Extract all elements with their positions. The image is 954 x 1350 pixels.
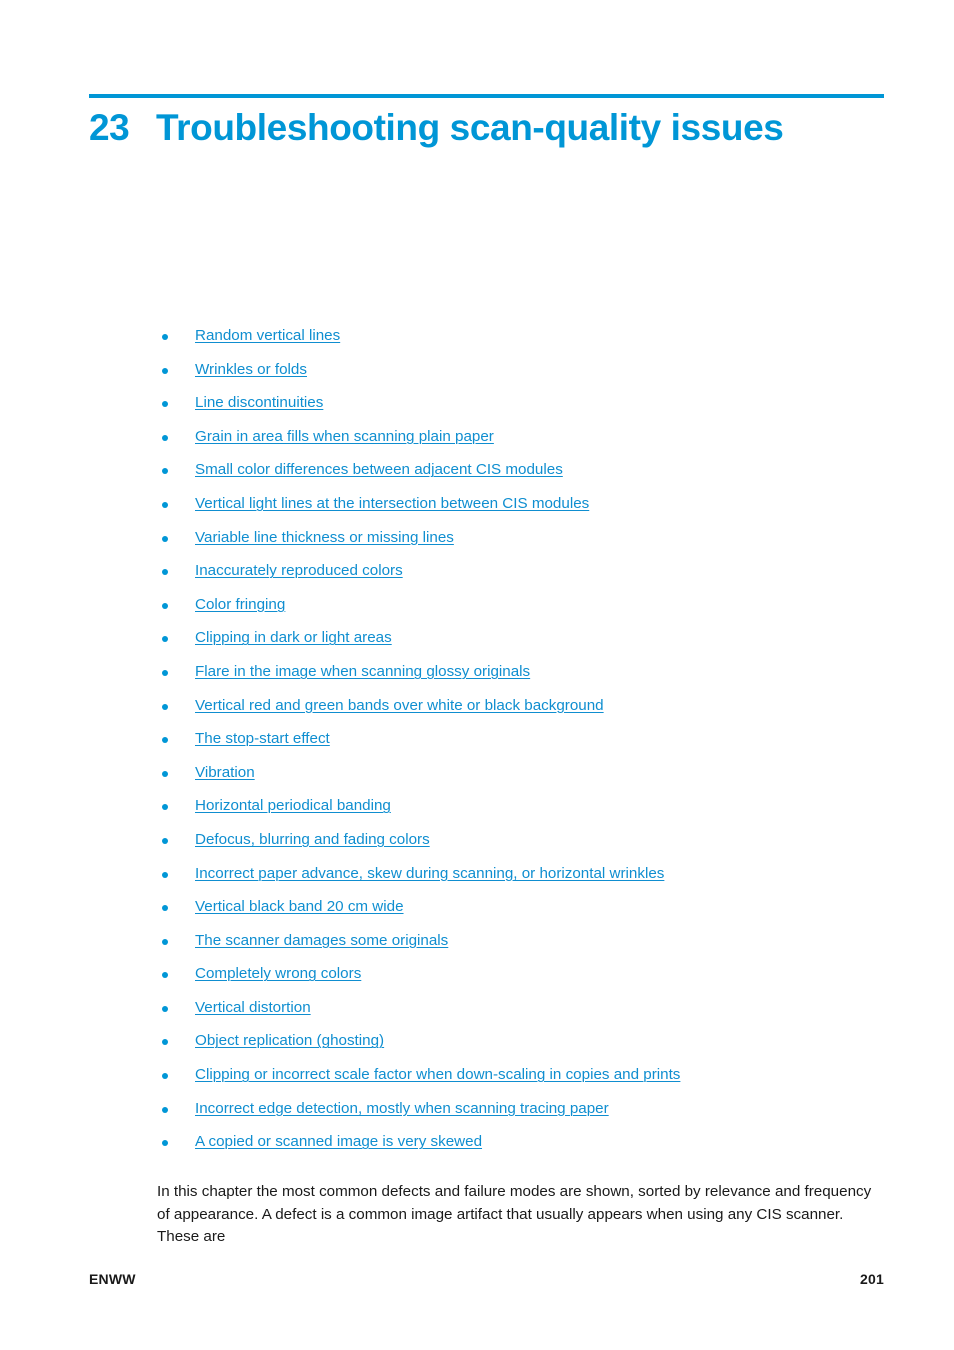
page-title: 23 Troubleshooting scan-quality issues <box>89 104 884 152</box>
bullet-icon <box>162 770 168 777</box>
bullet-icon <box>162 804 168 811</box>
list-item[interactable]: Vertical red and green bands over white … <box>157 696 884 730</box>
bullet-icon <box>162 938 168 945</box>
list-item[interactable]: Clipping in dark or light areas <box>157 628 884 662</box>
footer-label: ENWW <box>89 1271 136 1287</box>
list-item[interactable]: Random vertical lines <box>157 326 884 360</box>
list-item[interactable]: Grain in area fills when scanning plain … <box>157 427 884 461</box>
chapter-title: Troubleshooting scan-quality issues <box>156 107 784 148</box>
list-item[interactable]: Small color differences between adjacent… <box>157 460 884 494</box>
toc-link[interactable]: Defocus, blurring and fading colors <box>195 831 430 848</box>
list-item[interactable]: Defocus, blurring and fading colors <box>157 830 884 864</box>
toc-link[interactable]: Clipping in dark or light areas <box>195 629 392 646</box>
list-item[interactable]: Color fringing <box>157 595 884 629</box>
list-item[interactable]: Flare in the image when scanning glossy … <box>157 662 884 696</box>
document-page: 23 Troubleshooting scan-quality issues R… <box>0 0 954 1350</box>
list-item[interactable]: Wrinkles or folds <box>157 360 884 394</box>
bullet-icon <box>162 972 168 979</box>
toc-link[interactable]: Inaccurately reproduced colors <box>195 562 403 579</box>
toc-link[interactable]: Vertical red and green bands over white … <box>195 697 604 714</box>
toc-link[interactable]: Completely wrong colors <box>195 965 361 982</box>
page-footer: ENWW 201 <box>89 1270 884 1288</box>
list-item[interactable]: Vertical distortion <box>157 998 884 1032</box>
bullet-icon <box>162 1140 168 1147</box>
bullet-icon <box>162 367 168 374</box>
bullet-icon <box>162 737 168 744</box>
intro-paragraph: In this chapter the most common defects … <box>157 1183 872 1246</box>
toc-link[interactable]: Vibration <box>195 764 255 781</box>
toc-link[interactable]: Vertical light lines at the intersection… <box>195 495 589 512</box>
page-number: 201 <box>860 1271 884 1287</box>
list-item[interactable]: Variable line thickness or missing lines <box>157 528 884 562</box>
toc-link[interactable]: Variable line thickness or missing lines <box>195 529 454 546</box>
bullet-icon <box>162 401 168 408</box>
toc-link[interactable]: Incorrect paper advance, skew during sca… <box>195 865 664 882</box>
toc-link[interactable]: Wrinkles or folds <box>195 361 307 378</box>
toc-link[interactable]: The stop-start effect <box>195 730 330 747</box>
chapter-contents-list: Random vertical lines Wrinkles or folds … <box>157 326 884 1166</box>
bullet-icon <box>162 1073 168 1080</box>
bullet-icon <box>162 905 168 912</box>
bullet-icon <box>162 602 168 609</box>
list-item[interactable]: Vertical light lines at the intersection… <box>157 494 884 528</box>
bullet-icon <box>162 703 168 710</box>
list-item[interactable]: Clipping or incorrect scale factor when … <box>157 1065 884 1099</box>
bullet-icon <box>162 535 168 542</box>
toc-link[interactable]: Color fringing <box>195 596 285 613</box>
list-item[interactable]: Incorrect edge detection, mostly when sc… <box>157 1099 884 1133</box>
bullet-icon <box>162 1106 168 1113</box>
list-item[interactable]: Object replication (ghosting) <box>157 1031 884 1065</box>
list-item[interactable]: Line discontinuities <box>157 393 884 427</box>
toc-link[interactable]: Vertical distortion <box>195 999 311 1016</box>
bullet-icon <box>162 334 168 340</box>
toc-link[interactable]: Vertical black band 20 cm wide <box>195 898 404 915</box>
toc-link[interactable]: Small color differences between adjacent… <box>195 461 563 478</box>
chapter-number: 23 <box>89 107 130 148</box>
bullet-icon <box>162 1005 168 1012</box>
bullet-icon <box>162 636 168 643</box>
bullet-icon <box>162 871 168 878</box>
bullet-icon <box>162 501 168 508</box>
toc-link[interactable]: Random vertical lines <box>195 327 340 344</box>
toc-link[interactable]: Incorrect edge detection, mostly when sc… <box>195 1100 609 1117</box>
chapter-header-rule <box>89 94 884 98</box>
list-item[interactable]: Vibration <box>157 763 884 797</box>
toc-link[interactable]: Object replication (ghosting) <box>195 1032 384 1049</box>
toc-link[interactable]: Grain in area fills when scanning plain … <box>195 428 494 445</box>
bullet-icon <box>162 434 168 441</box>
list-item[interactable]: Vertical black band 20 cm wide <box>157 897 884 931</box>
toc-link[interactable]: Flare in the image when scanning glossy … <box>195 663 530 680</box>
bullet-icon <box>162 837 168 844</box>
list-item[interactable]: Horizontal periodical banding <box>157 796 884 830</box>
list-item[interactable]: A copied or scanned image is very skewed <box>157 1132 884 1166</box>
toc-link[interactable]: Clipping or incorrect scale factor when … <box>195 1066 680 1083</box>
bullet-icon <box>162 1039 168 1046</box>
bullet-icon <box>162 468 168 475</box>
list-item[interactable]: Completely wrong colors <box>157 964 884 998</box>
bullet-icon <box>162 669 168 676</box>
toc-link[interactable]: Line discontinuities <box>195 394 323 411</box>
toc-link[interactable]: The scanner damages some originals <box>195 932 448 949</box>
list-item[interactable]: Incorrect paper advance, skew during sca… <box>157 864 884 898</box>
bullet-icon <box>162 569 168 576</box>
list-item[interactable]: The stop-start effect <box>157 729 884 763</box>
list-item[interactable]: Inaccurately reproduced colors <box>157 561 884 595</box>
list-item[interactable]: The scanner damages some originals <box>157 931 884 965</box>
toc-link[interactable]: A copied or scanned image is very skewed <box>195 1133 482 1150</box>
toc-link[interactable]: Horizontal periodical banding <box>195 797 391 814</box>
